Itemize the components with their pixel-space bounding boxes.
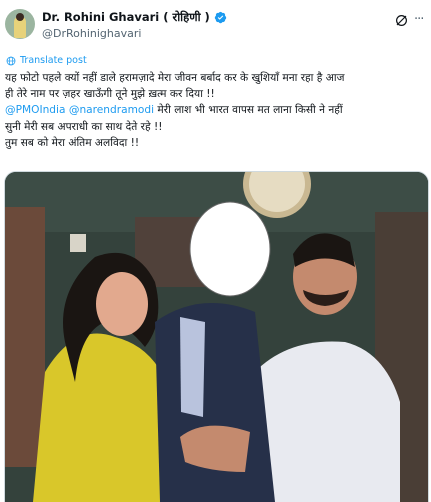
- grok-icon[interactable]: [394, 13, 409, 28]
- translate-label: Translate post: [20, 55, 87, 66]
- more-options-icon[interactable]: ···: [414, 12, 424, 27]
- post-header: Dr. Rohini Ghavari ( रोहिणी ) @DrRohinig…: [0, 0, 431, 50]
- photo-illustration: [5, 172, 428, 502]
- post-line-4: सुनी मेरी सब अपराधी का साथ देते रहे !!: [5, 120, 163, 133]
- post-text: यह फोटो पहले क्यों नहीं डाले हरामज़ादे म…: [5, 70, 427, 151]
- post-photo[interactable]: [4, 171, 429, 502]
- avatar-head: [16, 13, 24, 21]
- mention-pmoindia[interactable]: @PMOIndia: [5, 104, 65, 116]
- author-name-row[interactable]: Dr. Rohini Ghavari ( रोहिणी ): [42, 10, 227, 25]
- author-handle[interactable]: @DrRohinighavari: [42, 27, 141, 40]
- translate-post-link[interactable]: Translate post: [6, 55, 87, 66]
- author-avatar[interactable]: [5, 9, 35, 39]
- author-display-name[interactable]: Dr. Rohini Ghavari ( रोहिणी ): [42, 10, 210, 25]
- post-line-1: यह फोटो पहले क्यों नहीं डाले हरामज़ादे म…: [5, 72, 345, 84]
- post-line-3: मेरी लाश भी भारत वापस मत लाना किसी ने नह…: [154, 104, 343, 117]
- post-line-5: तुम सब को मेरा अंतिम अलविदा !!: [5, 136, 140, 149]
- globe-icon: [6, 56, 16, 65]
- mention-narendramodi[interactable]: @narendramodi: [69, 104, 154, 116]
- post-line-2: ही तेरे नाम पर ज़हर खाऊँगी तूने मुझे ख़त…: [5, 88, 215, 101]
- verified-badge-icon: [214, 11, 226, 24]
